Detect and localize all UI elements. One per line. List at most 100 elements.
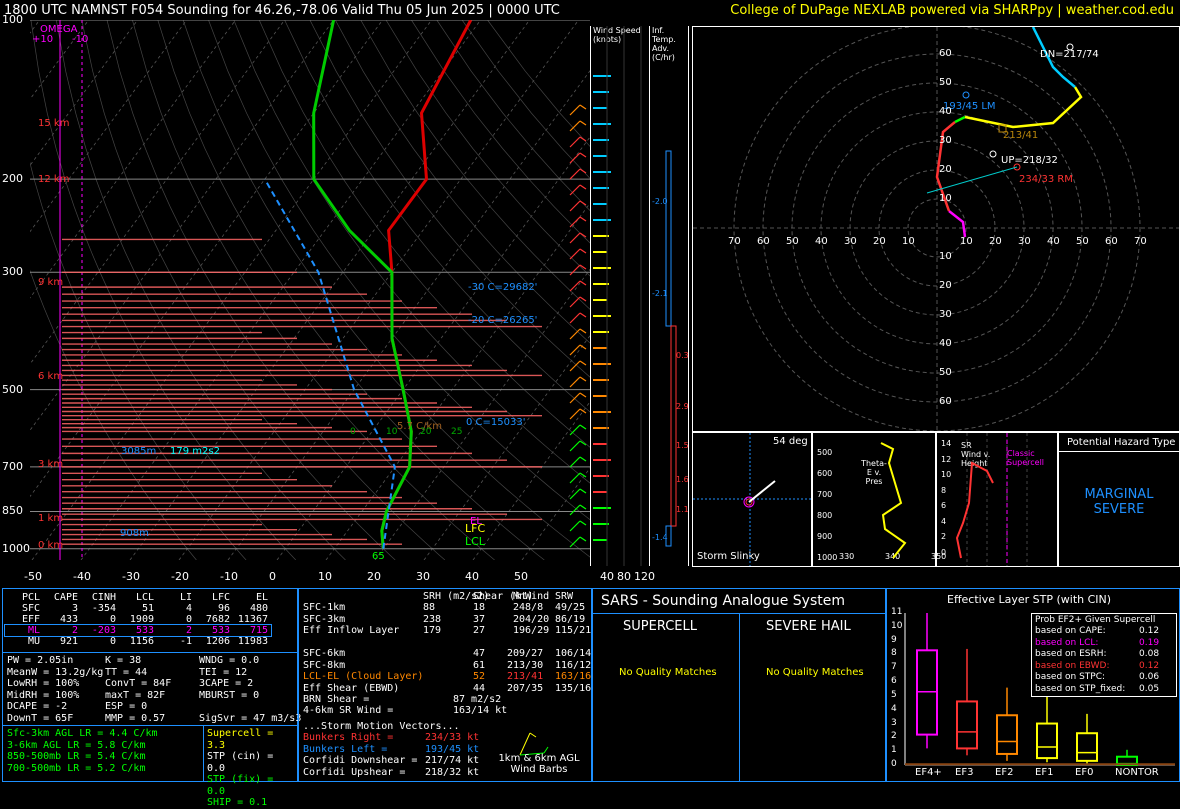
lapse-tick: 0: [350, 427, 356, 437]
thermo-panel: PCL CAPE CINH LCL LI LFC EL SFC 3 -354 51 4 96 480 EF…: [2, 588, 301, 808]
omega-minus: -10: [72, 34, 89, 45]
kin-label: LCL-EL (Cloud Layer): [303, 671, 424, 682]
hodo-axis-label: 20: [873, 236, 886, 247]
vector-label: Corfidi Upshear =: [303, 766, 406, 778]
temperature-tick: 10: [318, 570, 332, 583]
temp-adv-value: 2.9: [676, 402, 688, 411]
temp-adv-value: 1.5: [676, 441, 688, 450]
prob-row: based on ESRH: 0.08: [1035, 649, 1173, 661]
parcel-header: EL: [255, 592, 268, 603]
sars-supercell-match: No Quality Matches: [619, 667, 717, 678]
wind-barb: [569, 216, 581, 228]
wind-barb-flag: [579, 312, 587, 318]
prob-value: 0.08: [1139, 649, 1160, 659]
stp-category: EF3: [955, 767, 974, 778]
vector-value: 193/45 kt: [425, 743, 480, 755]
stp-category: EF4+: [915, 767, 942, 778]
parcel-cell: 11983: [237, 636, 268, 647]
parcel-header: LFC: [211, 592, 230, 603]
hodo-ring-label: 50: [939, 367, 952, 378]
theta-panel: Theta-E v. Pres 500 600 700 800 900 1000 330 34…: [812, 432, 946, 567]
parcel-trace: [263, 178, 396, 549]
parcel-cell: 1206: [205, 636, 230, 647]
wind-barb-flag: [579, 536, 587, 542]
hodo-ring-label: 10: [939, 193, 952, 204]
vectors-title: ...Storm Motion Vectors...: [303, 721, 460, 732]
sars-panel: SARS - Sounding Analogue System SUPERCEL…: [592, 588, 886, 782]
kin-value: 163/16: [555, 671, 592, 682]
parcel-cell: 715: [249, 625, 268, 636]
h908-label: 908m: [120, 528, 149, 539]
temp-adv-panel: Inf. Temp. Adv. (C/hr) -2.0 -2.1 0.3 2.9 1.5…: [650, 26, 689, 566]
temp-adv-value: -2.0: [652, 197, 668, 206]
wind-barb-flag: [579, 168, 587, 174]
wind-barb-flag: [579, 216, 587, 222]
hodo-axis-label: 40: [1047, 236, 1060, 247]
wind-barb-flag: [579, 424, 587, 430]
lapse-rate: Sfc-3km AGL LR = 4.4 C/km: [7, 728, 158, 739]
index-value: LowRH = 100%: [7, 678, 80, 689]
theta-line: [880, 442, 907, 559]
lapse-tick: 25: [451, 427, 463, 437]
brn-value: 87 m2/s2: [453, 694, 502, 705]
ws-tick-120: 120: [634, 570, 655, 583]
parcel-cell: ML: [27, 625, 40, 636]
wind-barb-flag: [579, 488, 587, 494]
pressure-tick: 100: [2, 13, 23, 26]
parcel-cell: 0: [109, 614, 116, 625]
wind-barb: [569, 440, 581, 452]
prob-value: 0.05: [1139, 683, 1160, 694]
parcel-cell: MU: [27, 636, 40, 647]
vector-value: 217/74 kt: [425, 755, 480, 766]
hodo-axis-label: 30: [1018, 236, 1031, 247]
wind-barb-flag: [579, 200, 587, 206]
lapse-rate: 700-500mb LR = 5.2 C/km: [7, 762, 146, 774]
wind-barb-flag: [579, 152, 587, 158]
hodo-ring-label: 20: [939, 280, 952, 291]
parcel-cell: SFC: [21, 603, 40, 614]
stp-box: [996, 714, 1018, 755]
stp-y-tick: 2: [891, 731, 897, 742]
hodo-up: UP=218/32: [1001, 155, 1058, 166]
pressure-tick: 200: [2, 172, 23, 186]
index-value: 3CAPE = 2: [199, 678, 254, 689]
height-label: 3 km: [38, 459, 64, 470]
stp-box: [1076, 732, 1098, 762]
vector-value: 218/32 kt: [425, 766, 480, 778]
prob-value: 0.12: [1139, 660, 1160, 671]
sars-title: SARS - Sounding Analogue System: [601, 593, 845, 609]
omega-plus: +10: [32, 34, 54, 45]
kin-value: 86/19: [555, 613, 586, 625]
prob-row: based on CAPE: 0.12: [1035, 626, 1173, 638]
parcel-cell: 4: [185, 603, 192, 614]
h3085-label: 3085m: [121, 446, 157, 457]
temperature-tick: 0: [269, 570, 276, 583]
prob-label: based on ESRH:: [1035, 649, 1107, 659]
prob-row: based on LCL: 0.19: [1035, 638, 1173, 650]
kin-value: 213/30: [507, 659, 544, 671]
temperature-tick: 30: [416, 570, 430, 583]
wind-barb-flag: [579, 136, 587, 142]
prob-value: 0.12: [1139, 626, 1160, 636]
index-value: DCAPE = -2: [7, 701, 68, 712]
wind-barb: [569, 344, 581, 356]
temperature-tick: -30: [122, 570, 140, 583]
wind-barb-flag: [579, 120, 587, 126]
wind-barb: [569, 456, 581, 468]
parcel-cell: 0: [185, 614, 192, 625]
ws-tick-80: 80: [617, 570, 631, 583]
parcel-cell: 2: [185, 625, 192, 636]
ws-tick-40: 40: [600, 570, 614, 583]
index-value: ESP = 0: [105, 701, 148, 712]
index-value: WNDG = 0.0: [199, 655, 260, 666]
wind-barb: [569, 392, 581, 404]
hodo-axis-label: 10: [960, 236, 973, 247]
lapse-tick: 20: [420, 427, 432, 437]
srwind-line: [955, 461, 994, 559]
hodo-axis-label: 50: [786, 236, 799, 247]
kin-value: 44: [473, 682, 486, 694]
composite-index: Supercell = 3.3: [207, 728, 274, 751]
hodo-ring-label: 20: [939, 164, 952, 175]
sars-hail: SEVERE HAIL: [766, 619, 851, 634]
kin-header: MnWind: [513, 591, 550, 602]
